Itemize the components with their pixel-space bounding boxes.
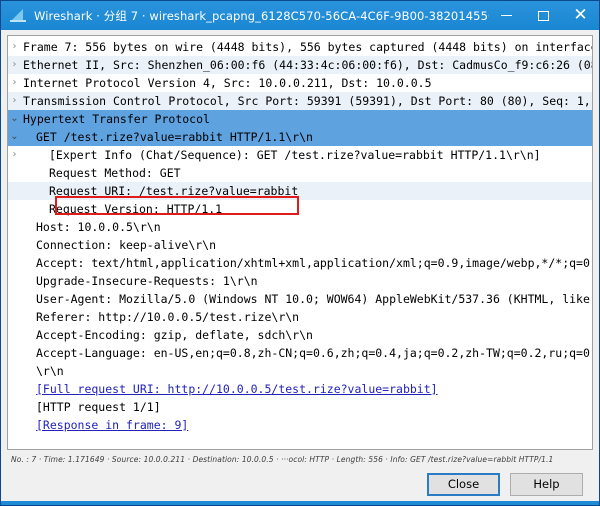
tree-row[interactable]: Accept: text/html,application/xhtml+xml,… [8,254,592,272]
tree-row[interactable]: [Full request URI: http://10.0.0.5/test.… [8,380,592,398]
packet-detail-tree[interactable]: › Frame 7: 556 bytes on wire (4448 bits),… [8,36,592,434]
tree-row-label: Frame 7: 556 bytes on wire (4448 bits), … [23,40,592,54]
tree-row[interactable]: Accept-Language: en-US,en;q=0.8,zh-CN;q=… [8,344,592,362]
tree-row-label: Host: 10.0.0.5\r\n [36,220,161,234]
client-area: › Frame 7: 556 bytes on wire (4448 bits),… [1,30,599,501]
tree-row[interactable]: › [Expert Info (Chat/Sequence): GET /test… [8,146,592,164]
tree-row-label: Request Method: GET [49,166,181,180]
tree-row-label: Accept-Encoding: gzip, deflate, sdch\r\n [36,328,313,342]
tree-row-spacer [8,182,21,200]
help-button[interactable]: Help [510,472,583,496]
tree-row[interactable]: Upgrade-Insecure-Requests: 1\r\n [8,272,592,290]
tree-row-spacer [8,254,21,272]
tree-row[interactable]: Accept-Encoding: gzip, deflate, sdch\r\n [8,326,592,344]
tree-row[interactable]: ⌄ GET /test.rize?value=rabbit HTTP/1.1\r\… [8,128,592,146]
tree-row-label: Ethernet II, Src: Shenzhen_06:00:f6 (44:… [23,58,592,72]
tree-row-label: [Expert Info (Chat/Sequence): GET /test.… [49,148,541,162]
tree-row-spacer [8,272,21,290]
tree-row-spacer [8,380,21,398]
tree-row[interactable]: [Response in frame: 9] [8,416,592,434]
tree-row-label: Connection: keep-alive\r\n [36,238,217,252]
tree-row-label: Request URI: /test.rize?value=rabbit [49,184,299,198]
tree-row[interactable]: User-Agent: Mozilla/5.0 (Windows NT 10.0… [8,290,592,308]
tree-row-spacer [8,218,21,236]
chevron-down-icon[interactable]: ⌄ [8,128,21,146]
tree-row[interactable]: Request Version: HTTP/1.1 [8,200,592,218]
tree-row-label[interactable]: [Full request URI: http://10.0.0.5/test.… [21,380,592,398]
tree-row[interactable]: Referer: http://10.0.0.5/test.rize\r\n [8,308,592,326]
chevron-right-icon[interactable]: › [8,38,21,56]
tree-row[interactable]: › Internet Protocol Version 4, Src: 10.0.… [8,74,592,92]
tree-row[interactable]: ⌄ Hypertext Transfer Protocol [8,110,592,128]
chevron-right-icon[interactable]: › [8,56,21,74]
chevron-down-icon[interactable]: ⌄ [8,110,21,128]
tree-row-label: Referer: http://10.0.0.5/test.rize\r\n [36,310,300,324]
tree-row-label: [HTTP request 1/1] [36,400,161,414]
tree-row-label[interactable]: [Response in frame: 9] [21,416,592,434]
tree-row-label: User-Agent: Mozilla/5.0 (Windows NT 10.0… [36,292,592,306]
tree-row-spacer [8,236,21,254]
minimize-button[interactable] [488,1,525,30]
wireshark-shark-fin-icon [10,8,27,23]
tree-row[interactable]: [HTTP request 1/1] [8,398,592,416]
tree-row-spacer [8,308,21,326]
tree-row-spacer [8,344,21,362]
tree-row[interactable]: › Frame 7: 556 bytes on wire (4448 bits),… [8,38,593,56]
packet-detail-tree-pane[interactable]: › Frame 7: 556 bytes on wire (4448 bits),… [7,35,593,450]
tree-row-label: Upgrade-Insecure-Requests: 1\r\n [36,274,258,288]
tree-row[interactable]: › Transmission Control Protocol, Src Port… [8,92,592,110]
tree-row-spacer [8,362,21,380]
tree-row-label: Request Version: HTTP/1.1 [49,202,223,216]
tree-row[interactable]: \r\n [8,362,592,380]
tree-row-spacer [8,200,21,218]
window-bottom-edge [1,501,599,505]
close-button[interactable]: Close [427,472,500,496]
tree-row-label: Accept: text/html,application/xhtml+xml,… [36,256,592,270]
tree-row-spacer [8,164,21,182]
window-controls: ✕ [488,1,599,30]
packet-summary-text: No. : 7 · Time: 1.171649 · Source: 10.0.… [11,455,554,464]
tree-row[interactable]: Connection: keep-alive\r\n [8,236,592,254]
tree-row-spacer [8,326,21,344]
window-title: Wireshark · 分组 7 · wireshark_pcapng_6128… [34,8,489,23]
dialog-button-bar: Close Help [7,467,593,501]
tree-row-spacer [8,290,21,308]
tree-row-label: Accept-Language: en-US,en;q=0.8,zh-CN;q=… [36,346,592,360]
packet-details-window: Wireshark · 分组 7 · wireshark_pcapng_6128… [0,0,600,506]
chevron-right-icon[interactable]: › [8,146,21,164]
tree-row[interactable]: Request URI: /test.rize?value=rabbit [8,182,592,200]
tree-row-spacer [8,416,21,434]
tree-row-label: \r\n [36,364,64,378]
tree-row[interactable]: › Ethernet II, Src: Shenzhen_06:00:f6 (44… [8,56,592,74]
tree-row[interactable]: Host: 10.0.0.5\r\n [8,218,592,236]
chevron-right-icon[interactable]: › [8,74,21,92]
tree-row[interactable]: Request Method: GET [8,164,592,182]
title-bar[interactable]: Wireshark · 分组 7 · wireshark_pcapng_6128… [1,1,599,30]
maximize-button[interactable] [525,1,562,30]
tree-row-label: Transmission Control Protocol, Src Port:… [23,94,592,108]
tree-row-spacer [8,398,21,416]
tree-row-label: GET /test.rize?value=rabbit HTTP/1.1\r\n [36,130,313,144]
tree-row-label: Internet Protocol Version 4, Src: 10.0.0… [23,76,432,90]
packet-status-bar: No. : 7 · Time: 1.171649 · Source: 10.0.… [7,450,593,467]
tree-row-label: Hypertext Transfer Protocol [23,112,210,126]
close-icon[interactable]: ✕ [562,1,599,30]
chevron-right-icon[interactable]: › [8,92,21,110]
